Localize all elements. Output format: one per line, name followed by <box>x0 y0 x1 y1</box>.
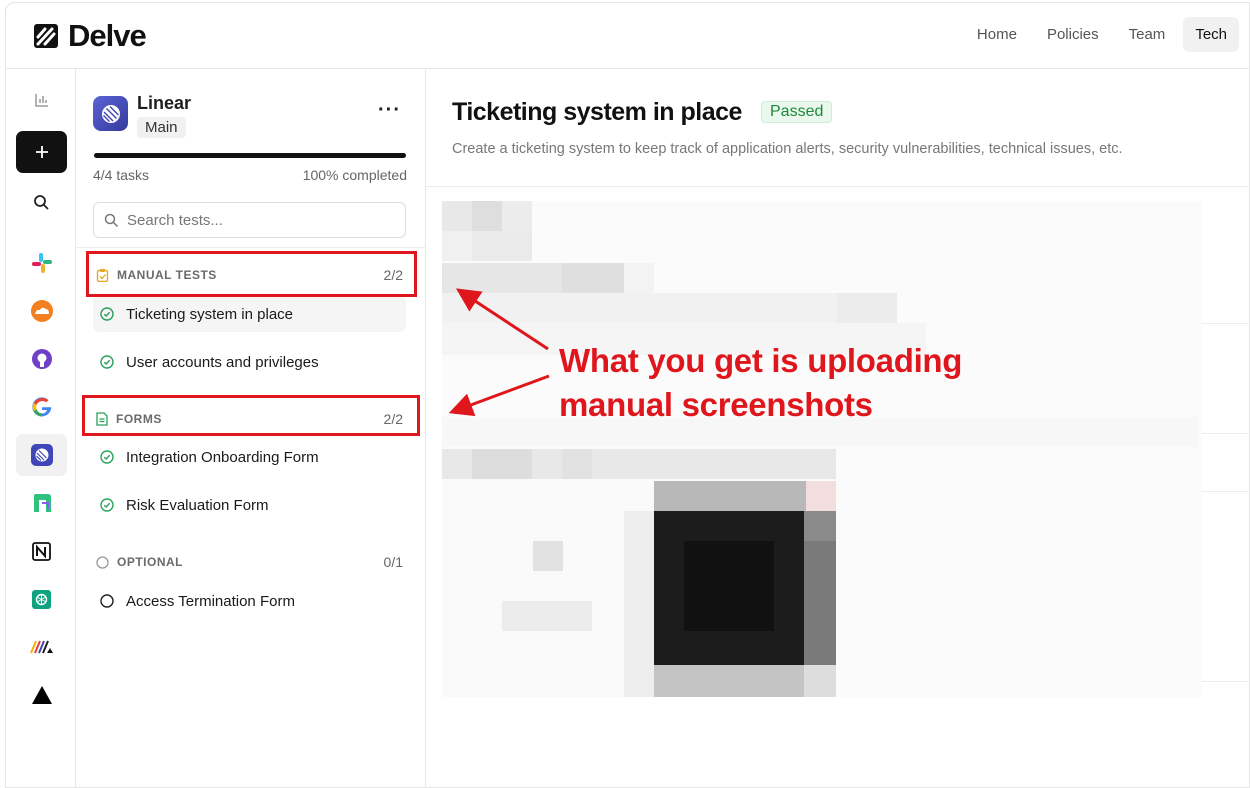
brand-name: Delve <box>68 18 147 53</box>
notion-icon <box>32 541 51 561</box>
tasks-count: 4/4 tasks <box>93 167 150 183</box>
annotation-box-forms <box>82 395 420 436</box>
stripes-icon <box>29 640 53 654</box>
integration-notion[interactable] <box>16 530 67 572</box>
arrow-to-forms <box>448 374 550 417</box>
test-item-label: Access Termination Form <box>126 592 295 610</box>
test-item-label: Ticketing system in place <box>126 305 294 323</box>
test-item-access-termination[interactable]: Access Termination Form <box>93 583 406 619</box>
google-icon <box>31 397 51 417</box>
linear-project-logo <box>93 96 128 131</box>
integration-github[interactable] <box>16 338 67 380</box>
nav-team[interactable]: Team <box>1117 17 1178 52</box>
check-circle-icon <box>100 498 114 512</box>
more-options-icon[interactable]: ··· <box>378 99 401 122</box>
openai-icon <box>32 589 51 609</box>
linear-icon <box>30 444 53 466</box>
tasks-percent: 100% completed <box>302 167 407 183</box>
linear-icon <box>101 104 120 123</box>
add-button[interactable] <box>16 131 67 173</box>
integration-openai[interactable] <box>16 578 67 620</box>
status-badge: Passed <box>761 101 833 123</box>
icon-rail <box>6 69 76 787</box>
divider <box>1202 491 1249 492</box>
cloudflare-icon <box>30 300 53 322</box>
annotation-text: What you get is uploading manual screens… <box>559 339 962 427</box>
section-count: 0/1 <box>383 554 403 570</box>
test-item-user-accounts[interactable]: User accounts and privileges <box>93 344 406 380</box>
redacted-screenshot <box>442 201 1202 697</box>
divider <box>1202 433 1249 434</box>
annotation-line-2: manual screenshots <box>559 386 873 423</box>
detail-description: Create a ticketing system to keep track … <box>452 141 1123 157</box>
plus-icon <box>35 146 48 158</box>
test-item-label: User accounts and privileges <box>126 353 319 371</box>
test-list-panel: Linear Main ··· 4/4 tasks 100% completed… <box>76 69 426 787</box>
search-icon <box>34 194 49 210</box>
check-circle-icon <box>100 450 114 464</box>
search-button[interactable] <box>16 181 67 223</box>
progress-fill <box>94 153 406 158</box>
dashboard-button[interactable] <box>16 79 67 121</box>
integration-linear[interactable] <box>16 434 67 476</box>
section-optional[interactable]: OPTIONAL 0/1 <box>96 549 408 575</box>
arrow-to-manual-tests <box>455 288 549 351</box>
search-input[interactable] <box>127 211 387 229</box>
bar-chart-icon <box>34 94 48 107</box>
search-icon <box>104 213 119 227</box>
divider <box>1202 681 1249 682</box>
integration-stripes[interactable] <box>16 626 67 668</box>
divider <box>1202 323 1249 324</box>
brand-logo[interactable]: Delve <box>33 18 147 53</box>
check-circle-icon <box>100 355 114 369</box>
annotation-box-manual-tests <box>86 251 417 297</box>
nav-tech[interactable]: Tech <box>1183 17 1239 52</box>
divider <box>76 247 425 248</box>
integration-triangle[interactable] <box>16 674 67 716</box>
integration-google[interactable] <box>16 386 67 428</box>
n-logo-icon <box>33 494 51 512</box>
integration-cloudflare[interactable] <box>16 290 67 332</box>
test-item-risk-evaluation[interactable]: Risk Evaluation Form <box>93 487 406 523</box>
nav-home[interactable]: Home <box>965 17 1029 52</box>
nav-policies[interactable]: Policies <box>1035 17 1111 52</box>
integration-n[interactable] <box>16 482 67 524</box>
test-detail: Ticketing system in place Passed Create … <box>426 69 1249 787</box>
project-name: Linear <box>137 93 192 113</box>
annotation-line-1: What you get is uploading <box>559 342 963 379</box>
progress-bar <box>94 153 406 158</box>
integration-slack[interactable] <box>16 242 67 284</box>
test-item-label: Integration Onboarding Form <box>126 448 319 466</box>
search-box[interactable] <box>93 202 406 238</box>
test-item-integration-onboarding[interactable]: Integration Onboarding Form <box>93 439 406 475</box>
divider <box>426 186 1249 187</box>
test-item-label: Risk Evaluation Form <box>126 496 269 514</box>
detail-title: Ticketing system in place <box>452 98 742 126</box>
test-item-ticketing[interactable]: Ticketing system in place <box>93 296 406 332</box>
branch-badge[interactable]: Main <box>137 117 186 138</box>
delve-logo-icon <box>34 24 58 48</box>
triangle-icon <box>31 686 52 704</box>
section-label: OPTIONAL <box>117 555 183 569</box>
top-nav: Home Policies Team Tech <box>965 17 1239 52</box>
github-icon <box>31 349 52 369</box>
check-circle-icon <box>100 307 114 321</box>
empty-circle-icon <box>96 555 109 569</box>
empty-circle-icon <box>100 594 114 608</box>
top-bar: Delve Home Policies Team Tech <box>6 3 1249 69</box>
slack-icon <box>31 253 52 273</box>
app-window: Delve Home Policies Team Tech Linear Mai… <box>5 2 1250 788</box>
